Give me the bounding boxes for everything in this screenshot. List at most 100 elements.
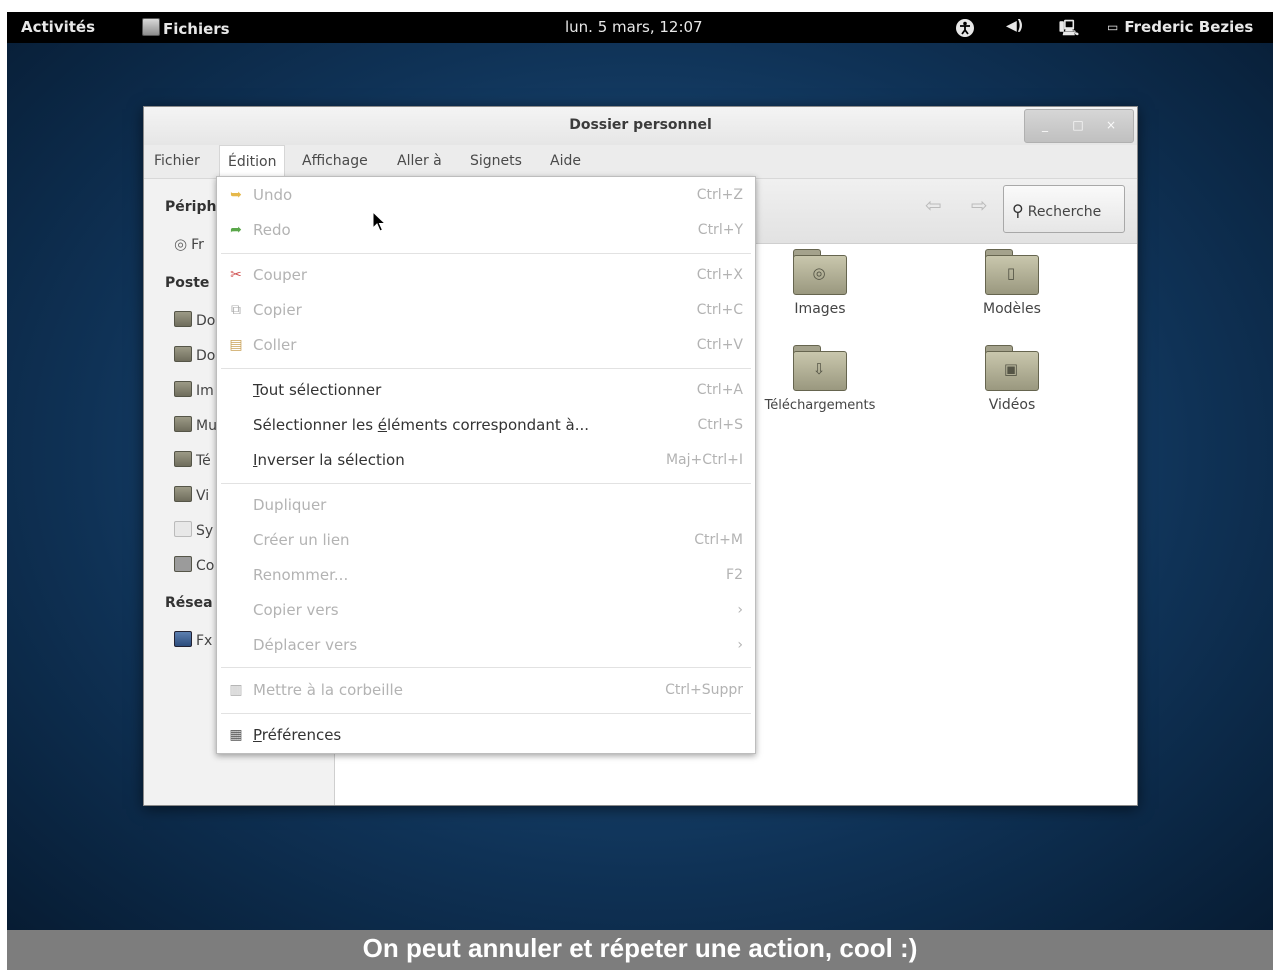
sidebar-item-music[interactable]: Mu [174,416,217,434]
menu-signets[interactable]: Signets [470,153,522,169]
menu-item-copy-to[interactable]: Copier vers › [217,595,755,625]
menu-item-select-all[interactable]: Tout sélectionner Ctrl+A [217,375,755,405]
menu-item-label: Couper [253,266,308,284]
folder-icon: ◎ [793,249,847,295]
volume-icon[interactable]: ◀) [1006,18,1023,34]
copy-icon: ⧉ [231,302,241,318]
top-bar: Activités Fichiers lun. 5 mars, 12:07 ◀)… [7,12,1273,43]
title-bar[interactable]: Dossier personnel _ □ × [144,107,1137,145]
menu-fichier[interactable]: Fichier [154,153,200,169]
folder-icon [174,486,192,502]
menu-affichage[interactable]: Affichage [302,153,368,169]
file-label: Modèles [983,301,1041,317]
sidebar-item-filesystem[interactable]: Sy [174,521,213,539]
menu-item-move-to[interactable]: Déplacer vers › [217,630,755,660]
menu-item-rename[interactable]: Renommer... F2 [217,560,755,590]
undo-icon: ➥ [230,187,242,203]
menu-item-accel: Ctrl+Z [696,187,743,203]
menu-item-undo[interactable]: ➥ Undo Ctrl+Z [217,180,755,210]
menu-separator [221,253,751,254]
menu-item-invert-selection[interactable]: Inverser la sélection Maj+Ctrl+I [217,445,755,475]
menu-aide[interactable]: Aide [550,153,581,169]
menu-item-create-link[interactable]: Créer un lien Ctrl+M [217,525,755,555]
menu-item-select-matching[interactable]: Sélectionner les éléments correspondant … [217,410,755,440]
sidebar-item-documents[interactable]: Do [174,346,215,364]
back-button[interactable]: ⇦ [925,193,942,217]
search-button[interactable]: ⚲ Recherche [1003,185,1125,233]
sidebar-item-label: Co [196,558,215,574]
maximize-button[interactable]: □ [1066,115,1090,135]
menu-item-redo[interactable]: ➦ Redo Ctrl+Y [217,215,755,245]
menu-item-accel: Ctrl+V [696,337,743,353]
sidebar-item-images[interactable]: Im [174,381,214,399]
edit-menu-dropdown: ➥ Undo Ctrl+Z ➦ Redo Ctrl+Y ✂ Couper Ctr… [216,176,756,754]
menu-item-duplicate[interactable]: Dupliquer [217,490,755,520]
redo-icon: ➦ [230,222,242,238]
menu-aller-a[interactable]: Aller à [397,153,442,169]
clock[interactable]: lun. 5 mars, 12:07 [565,18,703,36]
sidebar-item-home[interactable]: Do [174,311,215,329]
sidebar-item-label: Sy [196,523,214,539]
network-icon[interactable]: 🖳 [1059,18,1079,43]
menu-item-cut[interactable]: ✂ Couper Ctrl+X [217,260,755,290]
user-menu[interactable]: ▭ Frederic Bezies [1107,18,1253,36]
file-item-telechargements[interactable]: ⇩ Téléchargements [750,345,890,413]
folder-icon: ⇩ [793,345,847,391]
trash-icon [174,556,192,572]
menu-edition[interactable]: Édition [219,145,286,179]
sidebar-item-trash[interactable]: Co [174,556,214,574]
menu-item-label: Déplacer vers [253,636,358,654]
sidebar-item-device[interactable]: ◎ Fr [174,235,204,253]
menu-item-accel: Ctrl+M [694,532,743,548]
menu-item-label: Copier [253,301,302,319]
sidebar-item-label: Do [196,313,216,329]
app-menu[interactable]: Fichiers [142,18,230,38]
files-app-icon [142,18,160,36]
file-item-videos[interactable]: ▣ Vidéos [942,345,1082,413]
document-icon: ▯ [1006,264,1016,282]
file-item-modeles[interactable]: ▯ Modèles [942,249,1082,317]
sidebar-item-network[interactable]: Fx [174,631,212,649]
forward-button[interactable]: ⇨ [971,193,988,217]
sidebar-item-label: Do [196,348,216,364]
menu-item-trash[interactable]: ▥ Mettre à la corbeille Ctrl+Suppr [217,675,755,705]
menu-item-paste[interactable]: ▤ Coller Ctrl+V [217,330,755,360]
menu-item-accel: Ctrl+A [696,382,743,398]
trash-icon: ▥ [229,682,243,698]
folder-icon [174,311,192,327]
search-icon: ⚲ [1012,201,1024,220]
close-button[interactable]: × [1099,115,1123,135]
menu-item-copy[interactable]: ⧉ Copier Ctrl+C [217,295,755,325]
menu-item-label: Sélectionner les éléments correspondant … [253,416,590,434]
window-title: Dossier personnel [569,117,712,133]
drive-icon [174,521,192,537]
menu-item-preferences[interactable]: ▦ Préférences [217,720,755,750]
activities-button[interactable]: Activités [21,18,95,36]
sidebar-item-downloads[interactable]: Té [174,451,211,469]
menu-separator [221,713,751,714]
folder-icon: ▣ [985,345,1039,391]
sidebar-item-label: Im [196,383,214,399]
sidebar-item-videos[interactable]: Vi [174,486,209,504]
sidebar-item-label: Vi [196,488,210,504]
minimize-button[interactable]: _ [1033,115,1057,135]
folder-icon [174,451,192,467]
accessibility-icon[interactable] [955,18,975,38]
folder-icon [174,416,192,432]
menu-item-label: Copier vers [253,601,339,619]
submenu-arrow-icon: › [737,602,743,618]
menu-item-label: Coller [253,336,297,354]
disc-icon: ◎ [174,235,188,253]
menu-separator [221,483,751,484]
menu-item-accel: F2 [726,567,743,583]
file-item-images[interactable]: ◎ Images [750,249,890,317]
menu-item-accel: Ctrl+C [696,302,743,318]
menu-item-label: Redo [253,221,291,239]
menu-item-label: Renommer... [253,566,349,584]
chat-icon: ▭ [1107,20,1119,34]
menu-item-label: Créer un lien [253,531,350,549]
menu-item-label: Mettre à la corbeille [253,681,403,699]
menu-item-label: Préférences [253,726,342,744]
download-icon: ⇩ [812,360,826,378]
menu-item-accel: Maj+Ctrl+I [665,452,743,468]
